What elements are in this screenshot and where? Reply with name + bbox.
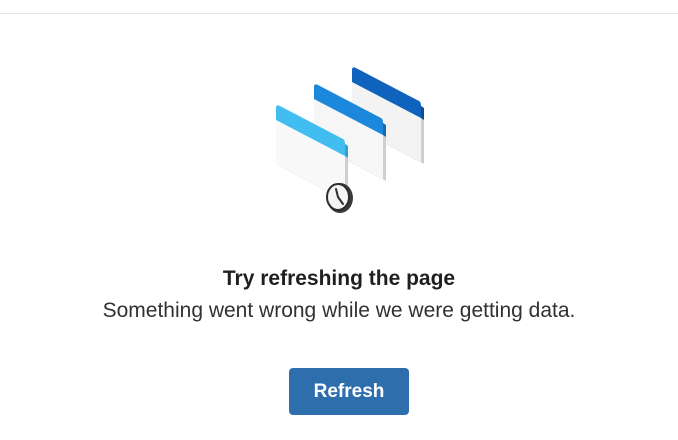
- browser-windows-icon: [276, 67, 424, 213]
- error-illustration: [262, 58, 432, 226]
- error-title: Try refreshing the page: [222, 267, 456, 290]
- clock-icon: [326, 183, 353, 213]
- refresh-button[interactable]: Refresh: [289, 368, 409, 415]
- error-subtitle: Something went wrong while we were getti…: [102, 299, 576, 322]
- error-page: Try refreshing the page Something went w…: [0, 0, 678, 440]
- top-divider: [0, 13, 678, 14]
